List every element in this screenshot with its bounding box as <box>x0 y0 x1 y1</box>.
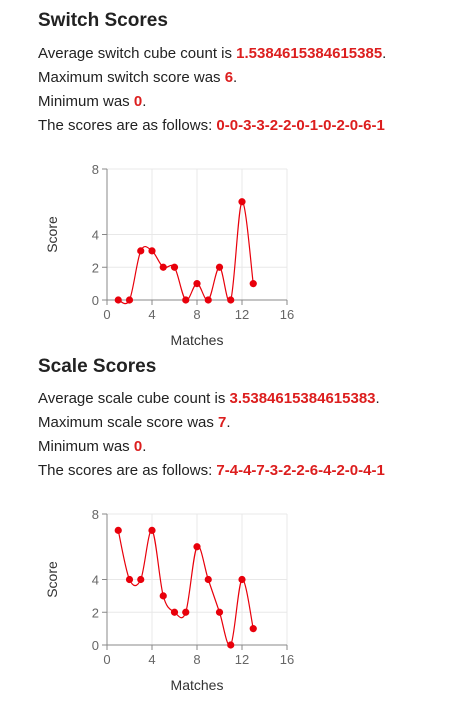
data-point <box>238 575 246 584</box>
switch-max-label: Maximum switch score was <box>38 69 225 86</box>
x-axis-label: Matches <box>171 332 224 348</box>
y-tick-label: 4 <box>92 228 99 243</box>
scale-average-value: 3.5384615384615383 <box>229 390 376 407</box>
switch-scores-line: The scores are as follows: 0-0-3-3-2-2-0… <box>38 114 453 138</box>
data-point <box>215 608 224 616</box>
scale-min-suffix: . <box>142 438 147 455</box>
x-tick-label: 8 <box>193 307 200 322</box>
data-point <box>238 198 246 206</box>
x-tick-label: 8 <box>193 652 200 667</box>
scale-scores-value: 7-4-4-7-3-2-2-6-4-2-0-4-1 <box>216 462 385 479</box>
x-tick-label: 16 <box>280 307 294 322</box>
data-point <box>227 641 235 649</box>
series-line <box>117 529 254 647</box>
switch-section: Switch Scores <box>38 10 453 32</box>
scale-average-suffix: . <box>375 390 380 407</box>
scale-max-suffix: . <box>226 414 231 431</box>
y-tick-label: 0 <box>92 293 99 308</box>
data-point <box>193 543 201 551</box>
scale-scores-chart: 0 2 4 8 0 4 8 12 16 Matches Score <box>44 507 294 693</box>
scale-section: Scale Scores <box>38 356 453 378</box>
data-point <box>137 575 145 584</box>
switch-scores-label: The scores are as follows: <box>38 117 217 134</box>
data-point <box>204 296 212 304</box>
data-point <box>159 592 167 600</box>
data-point <box>148 526 156 534</box>
data-point <box>170 263 179 271</box>
data-point <box>249 280 257 288</box>
y-tick-label: 8 <box>92 507 99 522</box>
data-point <box>125 575 134 584</box>
x-tick-label: 12 <box>235 307 249 322</box>
data-point <box>148 247 156 255</box>
scale-max-label: Maximum scale score was <box>38 414 219 431</box>
switch-heading: Switch Scores <box>38 10 168 31</box>
data-point <box>159 263 167 271</box>
data-point <box>227 296 235 304</box>
y-tick-label: 2 <box>92 260 99 275</box>
data-point <box>182 608 190 616</box>
data-point <box>193 280 201 288</box>
scale-max-line: Maximum scale score was 7. <box>38 411 453 435</box>
y-tick-label: 4 <box>92 573 99 588</box>
y-tick-label: 8 <box>92 162 99 177</box>
switch-max-line: Maximum switch score was 6. <box>38 66 453 90</box>
x-tick-label: 4 <box>148 652 155 667</box>
x-tick-label: 12 <box>235 652 249 667</box>
x-axis-label: Matches <box>171 677 224 693</box>
switch-stats: Average switch cube count is 1.538461538… <box>38 42 453 138</box>
switch-scores-value: 0-0-3-3-2-2-0-1-0-2-0-6-1 <box>216 117 385 134</box>
x-tick-label: 16 <box>280 652 294 667</box>
switch-max-suffix: . <box>233 69 238 86</box>
y-axis-label: Score <box>44 561 60 598</box>
data-point <box>215 263 224 271</box>
scale-min-line: Minimum was 0. <box>38 435 453 459</box>
x-tick-label: 0 <box>103 307 110 322</box>
scale-scores-label: The scores are as follows: <box>38 462 217 479</box>
switch-average-label: Average switch cube count is <box>38 45 237 62</box>
scale-scores-line: The scores are as follows: 7-4-4-7-3-2-2… <box>38 459 453 483</box>
data-point <box>114 296 122 304</box>
scale-average-label: Average scale cube count is <box>38 390 230 407</box>
switch-average-line: Average switch cube count is 1.538461538… <box>38 42 453 66</box>
switch-min-line: Minimum was 0. <box>38 90 453 114</box>
switch-average-suffix: . <box>382 45 387 62</box>
switch-max-value: 6 <box>224 69 234 86</box>
scale-stats: Average scale cube count is 3.5384615384… <box>38 387 453 483</box>
scale-min-value: 0 <box>133 438 143 455</box>
x-tick-label: 4 <box>148 307 155 322</box>
data-point <box>125 296 134 304</box>
data-point <box>114 526 122 534</box>
data-point <box>182 296 190 304</box>
y-tick-label: 2 <box>92 605 99 620</box>
switch-min-suffix: . <box>142 93 147 110</box>
data-point <box>249 625 257 633</box>
scale-min-label: Minimum was <box>38 438 134 455</box>
switch-average-value: 1.5384615384615385 <box>236 45 383 62</box>
switch-scores-chart: 0 2 4 8 0 4 8 12 16 Matches Score <box>44 162 294 348</box>
x-tick-label: 0 <box>103 652 110 667</box>
data-point <box>137 247 145 255</box>
switch-min-label: Minimum was <box>38 93 134 110</box>
y-axis-label: Score <box>44 216 60 253</box>
scale-heading: Scale Scores <box>38 356 157 377</box>
switch-min-value: 0 <box>133 93 143 110</box>
data-point <box>170 608 179 616</box>
y-tick-label: 0 <box>92 638 99 653</box>
data-point <box>204 575 212 584</box>
scale-average-line: Average scale cube count is 3.5384615384… <box>38 387 453 411</box>
